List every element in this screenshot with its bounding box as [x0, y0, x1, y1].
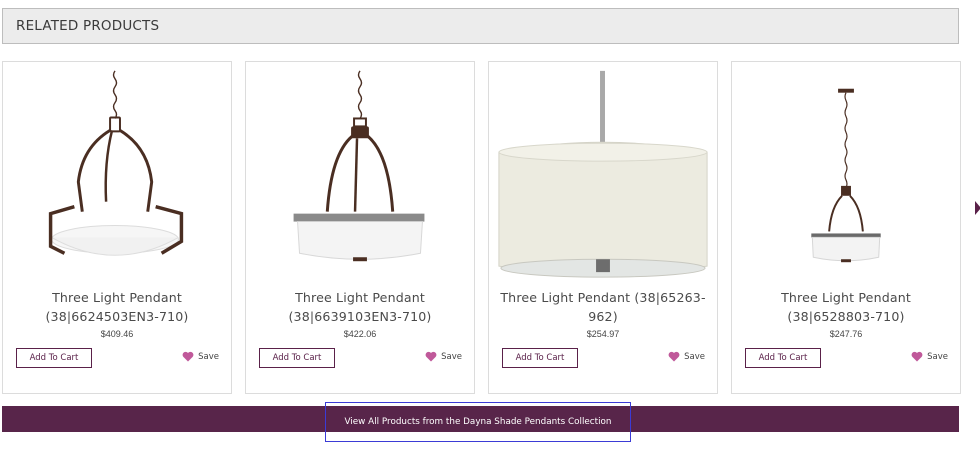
product-card[interactable]: Three Light Pendant (38|6528803-710) $24… — [731, 61, 961, 394]
product-card[interactable]: Three Light Pendant (38|6624503EN3-710) … — [2, 61, 232, 394]
product-price: $254.97 — [586, 329, 620, 339]
product-price: $422.06 — [343, 329, 377, 339]
pendant-lamp-icon — [48, 70, 184, 256]
product-card[interactable]: Three Light Pendant (38|65263-962) $254.… — [488, 61, 718, 394]
section-title: RELATED PRODUCTS — [16, 18, 160, 34]
product-name[interactable]: Three Light Pendant (38|6639103EN3-710) — [252, 288, 468, 326]
pendant-lamp-icon — [293, 70, 425, 262]
view-all-products-link[interactable]: View All Products from the Dayna Shade P… — [325, 402, 631, 442]
product-name[interactable]: Three Light Pendant (38|65263-962) — [495, 288, 711, 326]
product-image[interactable] — [3, 62, 231, 282]
add-to-cart-button[interactable]: Add To Cart — [745, 348, 821, 368]
product-name[interactable]: Three Light Pendant (38|6624503EN3-710) — [9, 288, 225, 326]
section-header: RELATED PRODUCTS — [2, 8, 959, 44]
save-button[interactable]: Save — [425, 351, 462, 362]
add-to-cart-button[interactable]: Add To Cart — [502, 348, 578, 368]
heart-icon — [182, 351, 194, 362]
heart-icon — [425, 351, 437, 362]
save-button[interactable]: Save — [911, 351, 948, 362]
pendant-lamp-icon — [811, 88, 881, 263]
heart-icon — [911, 351, 923, 362]
product-image[interactable] — [246, 62, 474, 282]
product-name[interactable]: Three Light Pendant (38|6528803-710) — [738, 288, 954, 326]
save-button[interactable]: Save — [668, 351, 705, 362]
save-label: Save — [927, 351, 948, 362]
product-image[interactable] — [732, 62, 960, 282]
product-image[interactable] — [489, 62, 717, 282]
pendant-lamp-icon — [498, 70, 708, 278]
save-button[interactable]: Save — [182, 351, 219, 362]
product-price: $247.76 — [829, 329, 863, 339]
save-label: Save — [441, 351, 462, 362]
save-label: Save — [198, 351, 219, 362]
heart-icon — [668, 351, 680, 362]
chevron-right-icon[interactable] — [975, 201, 980, 215]
save-label: Save — [684, 351, 705, 362]
product-card[interactable]: Three Light Pendant (38|6639103EN3-710) … — [245, 61, 475, 394]
add-to-cart-button[interactable]: Add To Cart — [259, 348, 335, 368]
product-price: $409.46 — [100, 329, 134, 339]
add-to-cart-button[interactable]: Add To Cart — [16, 348, 92, 368]
